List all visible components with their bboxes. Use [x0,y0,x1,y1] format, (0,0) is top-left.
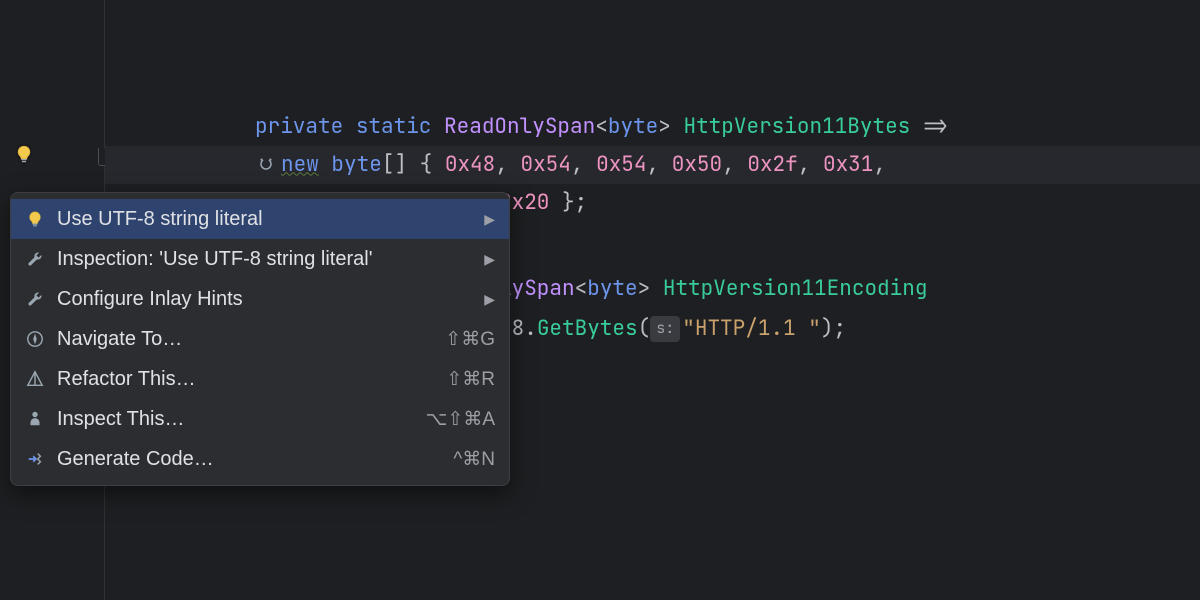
wrench-icon [23,287,47,311]
refactor-icon [23,367,47,391]
menu-item-generate-code[interactable]: Generate Code… ^⌘N [11,439,509,479]
chevron-right-icon: ▶ [484,291,495,308]
menu-label: Use UTF-8 string literal [57,208,476,231]
menu-item-configure-inlay-hints[interactable]: Configure Inlay Hints ▶ [11,279,509,319]
menu-item-inspect-this[interactable]: Inspect This… ⌥⇧⌘A [11,399,509,439]
wrench-icon [23,247,47,271]
menu-label: Configure Inlay Hints [57,288,476,311]
intention-bulb-icon[interactable] [14,144,34,164]
menu-shortcut: ⇧⌘R [446,368,495,391]
chevron-right-icon: ▶ [484,211,495,228]
inspect-icon [23,407,47,431]
code-line-highlighted: new byte[] { 0x48, 0x54, 0x54, 0x50, 0x2… [105,146,1200,184]
code-line: private static ReadOnlySpan<byte> HttpVe… [105,108,1200,146]
refresh-icon [255,156,277,174]
menu-shortcut: ^⌘N [453,448,495,471]
menu-item-use-utf8-literal[interactable]: Use UTF-8 string literal ▶ [11,199,509,239]
menu-item-refactor-this[interactable]: Refactor This… ⇧⌘R [11,359,509,399]
chevron-right-icon: ▶ [484,251,495,268]
menu-label: Generate Code… [57,448,441,471]
menu-item-inspection[interactable]: Inspection: 'Use UTF-8 string literal' ▶ [11,239,509,279]
intention-menu: Use UTF-8 string literal ▶ Inspection: '… [10,192,510,486]
menu-shortcut: ⌥⇧⌘A [426,408,496,431]
inlay-hint: s: [650,316,680,342]
menu-item-navigate-to[interactable]: Navigate To… ⇧⌘G [11,319,509,359]
compass-icon [23,327,47,351]
menu-shortcut: ⇧⌘G [445,328,495,351]
menu-label: Refactor This… [57,368,434,391]
menu-label: Inspect This… [57,408,414,431]
generate-icon [23,447,47,471]
menu-label: Inspection: 'Use UTF-8 string literal' [57,248,476,271]
lightbulb-icon [23,207,47,231]
menu-label: Navigate To… [57,328,433,351]
